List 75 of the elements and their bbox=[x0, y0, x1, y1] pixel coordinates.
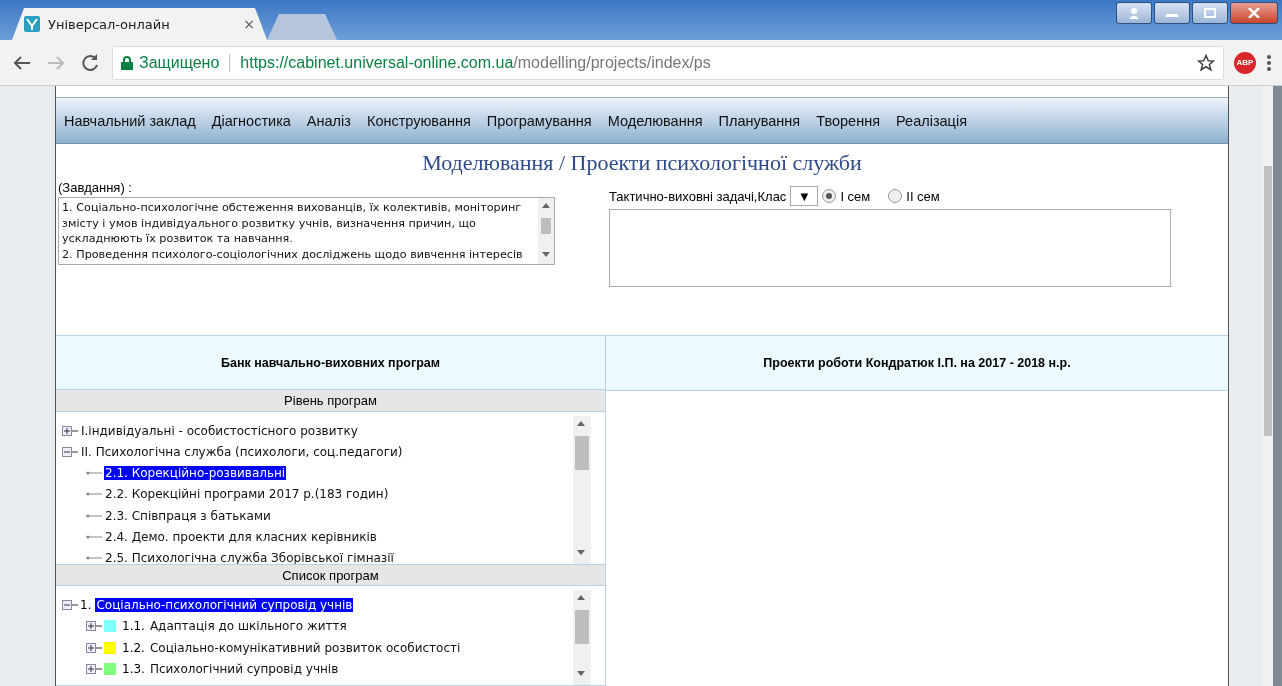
nav-item[interactable]: Моделювання bbox=[607, 112, 703, 129]
site-logo-icon bbox=[24, 16, 40, 32]
expand-icon[interactable] bbox=[86, 641, 102, 654]
scroll-thumb[interactable] bbox=[575, 435, 589, 470]
class-dropdown[interactable]: ▼ bbox=[790, 186, 819, 206]
tree-item[interactable]: Адаптація до шкільного життя bbox=[148, 619, 348, 634]
radio-icon[interactable] bbox=[888, 189, 903, 203]
scroll-up-icon[interactable] bbox=[577, 594, 585, 601]
goals-text-area[interactable] bbox=[609, 209, 1171, 287]
star-icon[interactable] bbox=[1197, 53, 1215, 72]
url-text: https://cabinet.universal-online.com.ua/modelling/projects/index/ps bbox=[240, 53, 711, 72]
expand-icon[interactable] bbox=[86, 662, 102, 675]
tree-item[interactable]: II. Психологічна служба (психологи, соц.педагоги) bbox=[80, 444, 404, 459]
user-icon bbox=[1128, 7, 1140, 19]
nav-item[interactable]: Аналіз bbox=[306, 112, 351, 129]
nav-item[interactable]: Діагностика bbox=[211, 112, 291, 129]
security-label: Защищено bbox=[139, 53, 220, 72]
page-title: Моделювання / Проекти психологічної служби bbox=[421, 149, 863, 177]
tree-item[interactable]: 2.1. Корекційно-розвивальні bbox=[104, 466, 287, 481]
maximize-icon bbox=[1204, 8, 1216, 18]
tasks-label: (Завдання) : bbox=[58, 180, 133, 195]
tree-item[interactable]: I.індивідуальні - особистостісного розвитку bbox=[80, 423, 359, 438]
scroll-thumb[interactable] bbox=[1264, 166, 1272, 436]
tasks-text-area[interactable]: 1. Соціально-психологічне обстеження вихованців, їх колективів, моніторинг змісту і умов індивідуального розвитку учнів, визначення причин, що ускладнюють їх розвиток та навчання. 2. Проведення психолого-соціологічних досліджень щодо вивчення інтересів bbox=[58, 197, 555, 265]
nav-item[interactable]: Навчальний заклад bbox=[64, 112, 196, 129]
user-button[interactable] bbox=[1116, 2, 1152, 24]
tree-item[interactable]: Соціально-комунікативний розвиток особистості bbox=[148, 640, 462, 655]
nav-item[interactable]: Конструювання bbox=[366, 112, 471, 129]
scrollbar[interactable] bbox=[538, 198, 554, 264]
panel-header: Проекти роботи Кондратюк І.П. на 2017 - 2018 н.р. bbox=[606, 335, 1228, 391]
radio-icon[interactable] bbox=[822, 189, 837, 203]
scroll-up-icon[interactable] bbox=[542, 202, 550, 208]
nav-item[interactable]: Програмування bbox=[486, 112, 592, 129]
semester-radio[interactable]: II сем bbox=[888, 188, 940, 204]
nav-item[interactable]: Реалізація bbox=[896, 112, 967, 129]
scroll-down-icon[interactable] bbox=[577, 671, 585, 677]
minimize-button[interactable] bbox=[1154, 2, 1190, 24]
tree-item[interactable]: Психологічний супровід учнів bbox=[148, 661, 340, 676]
scrollbar[interactable] bbox=[573, 590, 591, 685]
scrollbar[interactable] bbox=[573, 415, 591, 564]
tree-item[interactable]: 2.2. Корекційні програми 2017 р.(183 годин) bbox=[104, 487, 390, 502]
collapse-icon[interactable] bbox=[62, 445, 78, 458]
expand-icon[interactable] bbox=[62, 424, 78, 437]
tree-item-number: 1. bbox=[80, 598, 92, 613]
menu-icon[interactable] bbox=[1266, 53, 1272, 72]
page-scrollbar[interactable] bbox=[1263, 86, 1273, 686]
section-header: Список програм bbox=[56, 564, 605, 587]
tree-item[interactable]: Соціально-психологічний супровід учнів bbox=[95, 598, 354, 613]
tree-item-number: 1.1. bbox=[122, 619, 145, 634]
tree-item-number: 1.3. bbox=[122, 661, 145, 676]
scroll-up-icon[interactable] bbox=[577, 419, 585, 426]
browser-tab[interactable]: Універсал-онлайн × bbox=[12, 8, 267, 40]
panel-header: Банк навчально-виховних програм bbox=[56, 335, 605, 391]
close-tab-button[interactable]: × bbox=[243, 16, 255, 32]
close-icon bbox=[1248, 8, 1260, 18]
scroll-down-icon[interactable] bbox=[577, 549, 585, 556]
expand-icon[interactable] bbox=[86, 620, 102, 633]
scroll-thumb[interactable] bbox=[541, 218, 551, 234]
section-header: Рівень програм bbox=[56, 390, 605, 412]
address-bar[interactable]: Защищено https://cabinet.universal-online.com.ua/modelling/projects/index/ps bbox=[112, 45, 1224, 80]
adblock-extension-button[interactable]: ABP bbox=[1234, 51, 1256, 74]
tree-item[interactable]: 2.4. Демо. проекти для класних керівників bbox=[104, 530, 378, 545]
tab-title: Універсал-онлайн bbox=[48, 16, 171, 32]
lock-icon bbox=[121, 55, 133, 70]
tree-item-number: 1.2. bbox=[122, 640, 145, 655]
semester-radio[interactable]: I сем bbox=[822, 188, 871, 204]
close-window-button[interactable] bbox=[1230, 2, 1278, 24]
goals-label: Тактично-виховні задачі,Клас bbox=[609, 188, 787, 204]
collapse-icon[interactable] bbox=[62, 599, 78, 612]
maximize-button[interactable] bbox=[1192, 2, 1228, 24]
scroll-thumb[interactable] bbox=[575, 610, 589, 645]
tree-item[interactable]: 2.3. Співпраця з батьками bbox=[104, 508, 272, 523]
nav-item[interactable]: Творення bbox=[816, 112, 881, 129]
nav-item[interactable]: Планування bbox=[718, 112, 801, 129]
scroll-down-icon[interactable] bbox=[542, 252, 550, 258]
